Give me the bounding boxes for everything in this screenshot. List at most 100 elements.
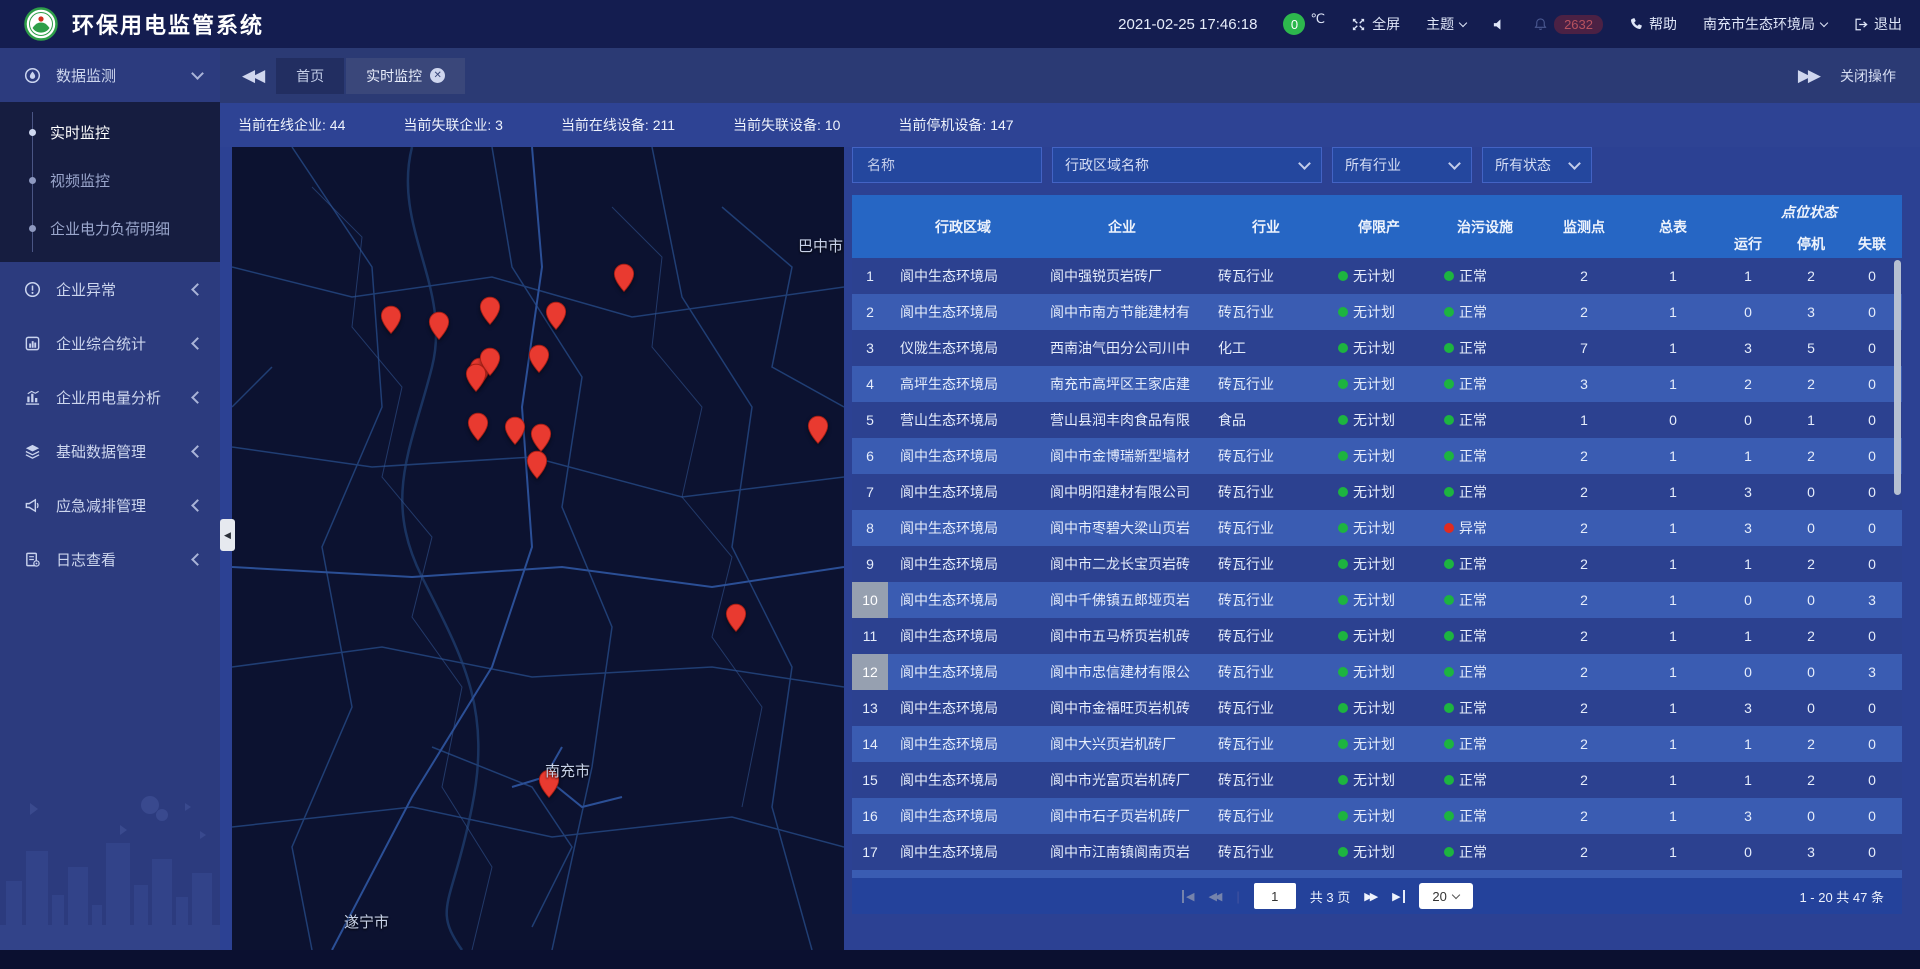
cell-limit: 无计划: [1326, 302, 1432, 322]
cell-facility: 异常: [1432, 518, 1538, 538]
map-pin[interactable]: [528, 344, 550, 374]
theme-menu[interactable]: 主题: [1426, 14, 1466, 34]
sidebar-item-emergency[interactable]: 应急减排管理: [0, 478, 220, 532]
map-pin[interactable]: [613, 263, 635, 293]
table-row[interactable]: 10阆中生态环境局阆中千佛镇五郎垭页岩砖瓦行业无计划正常21003: [852, 582, 1902, 618]
cell-row-number: 17: [852, 834, 888, 870]
sidebar-subitem[interactable]: 实时监控: [0, 108, 220, 156]
cell-running: 0: [1716, 412, 1780, 428]
last-page-button[interactable]: ▶: [1392, 890, 1404, 903]
map-pin[interactable]: [380, 305, 402, 335]
map-pin[interactable]: [530, 423, 552, 453]
monitor-panel: 行政区域名称 所有行业 所有状态 行政区域 企业 行业: [852, 147, 1902, 937]
table-row[interactable]: 16阆中生态环境局阆中市石子页岩机砖厂砖瓦行业无计划正常21300: [852, 798, 1902, 834]
org-menu[interactable]: 南充市生态环境局: [1703, 14, 1827, 34]
sidebar-collapse-button[interactable]: ◀: [220, 519, 235, 551]
tab-scroll-right-icon[interactable]: ▶▶: [1798, 66, 1818, 86]
cell-lost: 0: [1842, 376, 1902, 392]
map-pin[interactable]: [545, 301, 567, 331]
sidebar-subitem[interactable]: 视频监控: [0, 156, 220, 204]
chevron-left-icon: [191, 337, 204, 350]
table-row[interactable]: 8阆中生态环境局阆中市枣碧大梁山页岩砖瓦行业无计划异常21300: [852, 510, 1902, 546]
cell-region: 阆中生态环境局: [888, 698, 1038, 718]
table-row[interactable]: 15阆中生态环境局阆中市光富页岩机砖厂砖瓦行业无计划正常21120: [852, 762, 1902, 798]
table-row[interactable]: 11阆中生态环境局阆中市五马桥页岩机砖砖瓦行业无计划正常21120: [852, 618, 1902, 654]
volume-button[interactable]: [1492, 17, 1507, 32]
sidebar-item-label: 数据监测: [56, 65, 193, 86]
map-pin[interactable]: [428, 311, 450, 341]
table-row[interactable]: 14阆中生态环境局阆中大兴页岩机砖厂砖瓦行业无计划正常21120: [852, 726, 1902, 762]
prev-page-button[interactable]: ◀◀: [1208, 890, 1222, 903]
col-header-point-status-group: 点位状态: [1716, 195, 1902, 229]
cell-region: 阆中生态环境局: [888, 482, 1038, 502]
cell-industry: 砖瓦行业: [1206, 770, 1326, 790]
sidebar-item-base-data[interactable]: 基础数据管理: [0, 424, 220, 478]
cell-company: 阆中市二龙长宝页岩砖: [1038, 554, 1206, 574]
map-pin[interactable]: [807, 415, 829, 445]
table-row[interactable]: 5营山生态环境局营山县润丰肉食品有限食品无计划正常10010: [852, 402, 1902, 438]
page-number-input[interactable]: [1254, 883, 1296, 909]
sidebar-subitem[interactable]: 企业电力负荷明细: [0, 204, 220, 252]
next-page-button[interactable]: ▶▶: [1364, 890, 1378, 903]
map-pin[interactable]: [526, 450, 548, 480]
cell-facility: 正常: [1432, 410, 1538, 430]
sidebar-item-label: 基础数据管理: [56, 441, 193, 462]
table-row[interactable]: 4高坪生态环境局南充市高坪区王家店建砖瓦行业无计划正常31220: [852, 366, 1902, 402]
map-city-label: 遂宁市: [344, 911, 389, 932]
close-icon[interactable]: ✕: [430, 68, 445, 83]
tab-scroll-left-icon[interactable]: ◀◀: [242, 66, 262, 86]
cell-running: 0: [1716, 592, 1780, 608]
industry-filter-select[interactable]: 所有行业: [1332, 147, 1472, 183]
table-row[interactable]: 17阆中生态环境局阆中市江南镇阆南页岩砖瓦行业无计划正常21030: [852, 834, 1902, 870]
status-dot-green: [1338, 451, 1348, 461]
sidebar-item-data-monitor[interactable]: 数据监测: [0, 48, 220, 102]
cell-facility: 正常: [1432, 338, 1538, 358]
fullscreen-button[interactable]: 全屏: [1351, 14, 1400, 34]
data-monitor-icon: [24, 66, 44, 84]
cell-lost: 0: [1842, 340, 1902, 356]
table-row[interactable]: 1阆中生态环境局阆中强锐页岩砖厂砖瓦行业无计划正常21120: [852, 258, 1902, 294]
fullscreen-icon: [1351, 17, 1366, 32]
close-operations-button[interactable]: 关闭操作: [1840, 66, 1896, 86]
name-filter-input[interactable]: [865, 156, 1029, 174]
table-row[interactable]: 2阆中生态环境局阆中市南方节能建材有砖瓦行业无计划正常21030: [852, 294, 1902, 330]
sidebar-item-power-analysis[interactable]: 企业用电量分析: [0, 370, 220, 424]
table-scrollbar[interactable]: [1894, 260, 1901, 495]
first-page-button[interactable]: ◀: [1182, 890, 1194, 903]
cell-limit: 无计划: [1326, 806, 1432, 826]
table-row[interactable]: 6阆中生态环境局阆中市金博瑞新型墙材砖瓦行业无计划正常21120: [852, 438, 1902, 474]
col-header-company: 企业: [1038, 195, 1206, 258]
notification-count-badge: 2632: [1554, 15, 1603, 34]
map-pin[interactable]: [479, 296, 501, 326]
sidebar-item-enterprise-alert[interactable]: 企业异常: [0, 262, 220, 316]
map-pin[interactable]: [504, 416, 526, 446]
cell-lost: 0: [1842, 268, 1902, 284]
table-header: 行政区域 企业 行业 停限产 治污设施 监测点 总表 点位状态 运行 停机 失联: [852, 195, 1902, 258]
table-row[interactable]: 7阆中生态环境局阆中明阳建材有限公司砖瓦行业无计划正常21300: [852, 474, 1902, 510]
help-button[interactable]: 帮助: [1629, 14, 1677, 34]
sidebar-item-log-view[interactable]: 日志查看: [0, 532, 220, 586]
region-filter-select[interactable]: 行政区域名称: [1052, 147, 1322, 183]
table-row[interactable]: 12阆中生态环境局阆中市忠信建材有限公砖瓦行业无计划正常21003: [852, 654, 1902, 690]
table-row[interactable]: 13阆中生态环境局阆中市金福旺页岩机砖砖瓦行业无计划正常21300: [852, 690, 1902, 726]
table-row[interactable]: 9阆中生态环境局阆中市二龙长宝页岩砖砖瓦行业无计划正常21120: [852, 546, 1902, 582]
map[interactable]: 巴中市南充市遂宁市: [232, 147, 844, 950]
tab-首页[interactable]: 首页: [276, 58, 344, 94]
table-row[interactable]: 18南部生态环境局南部县升钟水泥有限公建材行业无计划正常21060: [852, 870, 1902, 878]
exit-icon: [1853, 17, 1868, 32]
col-header-running: 运行: [1716, 229, 1780, 258]
map-pin[interactable]: [725, 603, 747, 633]
status-filter-select[interactable]: 所有状态: [1482, 147, 1592, 183]
cell-stopped: 2: [1780, 448, 1842, 464]
map-pin[interactable]: [465, 363, 487, 393]
tab-实时监控[interactable]: 实时监控✕: [346, 58, 465, 94]
cell-region: 阆中生态环境局: [888, 662, 1038, 682]
cell-row-number: 2: [852, 294, 888, 330]
table-row[interactable]: 3仪陇生态环境局西南油气田分公司川中化工无计划正常71350: [852, 330, 1902, 366]
page-size-select[interactable]: 20: [1419, 883, 1473, 909]
sidebar-item-enterprise-stats[interactable]: 企业综合统计: [0, 316, 220, 370]
notification-bell[interactable]: 2632: [1533, 15, 1603, 34]
logout-button[interactable]: 退出: [1853, 14, 1902, 34]
map-pin[interactable]: [467, 412, 489, 442]
cell-company: 阆中明阳建材有限公司: [1038, 482, 1206, 502]
